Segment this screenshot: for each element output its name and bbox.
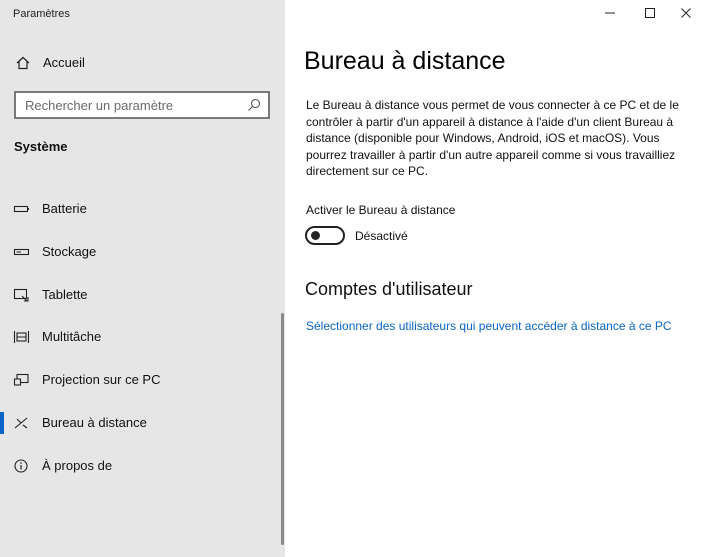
search-icon[interactable]	[246, 97, 262, 113]
sidebar-item-label: À propos de	[42, 458, 113, 473]
remote-desktop-toggle[interactable]	[305, 226, 345, 245]
multitask-icon	[13, 331, 30, 343]
close-icon	[681, 8, 691, 18]
projection-icon	[13, 373, 29, 386]
sidebar: Paramètres Accueil Système Batterie Stoc…	[0, 0, 285, 557]
home-label: Accueil	[43, 55, 85, 70]
toggle-label: Activer le Bureau à distance	[306, 203, 456, 217]
home-nav-item[interactable]: Accueil	[0, 50, 285, 76]
select-users-link[interactable]: Sélectionner des utilisateurs qui peuven…	[306, 319, 672, 333]
search-box[interactable]	[14, 91, 270, 119]
close-button[interactable]	[666, 0, 706, 26]
sidebar-item-stockage[interactable]: Stockage	[0, 235, 285, 269]
sidebar-item-a-propos[interactable]: À propos de	[0, 449, 285, 483]
sidebar-scrollbar[interactable]	[281, 313, 284, 545]
page-title: Bureau à distance	[304, 47, 506, 75]
remote-desktop-icon	[14, 417, 28, 429]
sidebar-item-multitache[interactable]: Multitâche	[0, 320, 285, 354]
sidebar-item-tablette[interactable]: Tablette	[0, 278, 285, 312]
home-icon	[16, 56, 30, 70]
sidebar-item-label: Tablette	[42, 287, 88, 302]
sidebar-item-batterie[interactable]: Batterie	[0, 192, 285, 226]
minimize-icon	[605, 12, 615, 14]
battery-icon	[13, 205, 29, 213]
maximize-icon	[645, 8, 655, 18]
info-icon	[14, 459, 28, 473]
accounts-heading: Comptes d'utilisateur	[305, 279, 473, 299]
toggle-knob	[311, 231, 320, 240]
sidebar-item-label: Bureau à distance	[42, 415, 147, 430]
app-title: Paramètres	[13, 8, 70, 20]
search-input[interactable]	[16, 93, 244, 117]
sidebar-item-bureau-a-distance[interactable]: Bureau à distance	[0, 406, 285, 440]
sidebar-item-label: Projection sur ce PC	[42, 372, 161, 387]
minimize-button[interactable]	[590, 0, 630, 26]
sidebar-item-label: Multitâche	[42, 329, 102, 344]
toggle-state-text: Désactivé	[355, 229, 408, 243]
description-text: Le Bureau à distance vous permet de vous…	[306, 98, 679, 178]
sidebar-item-label: Batterie	[42, 201, 87, 216]
sidebar-item-projection[interactable]: Projection sur ce PC	[0, 363, 285, 397]
sidebar-item-label: Stockage	[42, 244, 97, 259]
maximize-button[interactable]	[630, 0, 670, 26]
storage-icon	[13, 248, 30, 256]
tablet-icon	[13, 288, 29, 302]
section-heading: Système	[14, 139, 68, 154]
